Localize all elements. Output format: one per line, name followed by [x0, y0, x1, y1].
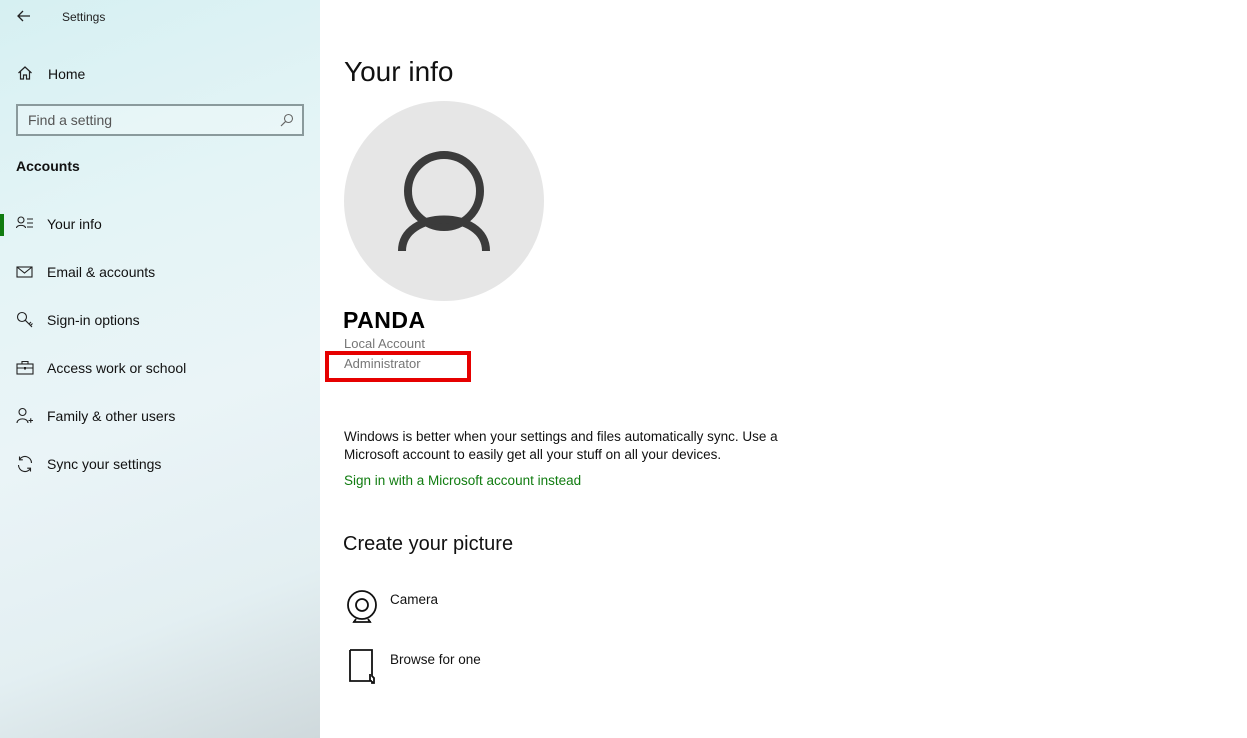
person-list-icon [16, 216, 33, 229]
user-name: PANDA [343, 307, 426, 333]
page-title: Your info [344, 56, 454, 87]
main-content: Your info PANDA Local Account Administra… [320, 0, 1247, 738]
sidebar-item-email-accounts[interactable]: Email & accounts [0, 254, 320, 290]
sidebar: Settings Home Accounts Your info [0, 0, 320, 738]
avatar [344, 101, 544, 301]
sidebar-item-label: Your info [47, 216, 102, 232]
sidebar-item-label: Sync your settings [47, 456, 162, 472]
browse-file-icon [349, 649, 375, 684]
section-title-accounts: Accounts [16, 158, 80, 174]
browse-label: Browse for one [390, 652, 481, 667]
search-input[interactable] [18, 106, 302, 134]
sidebar-item-home[interactable]: Home [0, 58, 320, 88]
window-title: Settings [62, 10, 106, 24]
sidebar-item-label: Access work or school [47, 360, 187, 376]
back-arrow-icon [17, 10, 30, 22]
key-icon [16, 311, 33, 328]
create-picture-heading: Create your picture [343, 533, 514, 555]
search-icon[interactable] [280, 113, 294, 127]
sync-icon [17, 455, 33, 473]
home-icon [18, 66, 32, 80]
sign-in-microsoft-link[interactable]: Sign in with a Microsoft account instead [344, 473, 581, 488]
briefcase-icon [16, 360, 34, 375]
sidebar-item-your-info[interactable]: Your info [0, 206, 320, 242]
sidebar-item-sync-settings[interactable]: Sync your settings [0, 446, 320, 482]
sidebar-item-label: Email & accounts [47, 264, 156, 280]
sync-description: Windows is better when your settings and… [344, 429, 778, 462]
sidebar-item-sign-in-options[interactable]: Sign-in options [0, 302, 320, 338]
home-label: Home [48, 66, 86, 82]
camera-option[interactable]: Camera [344, 588, 644, 632]
sidebar-item-access-work-school[interactable]: Access work or school [0, 350, 320, 386]
browse-option[interactable]: Browse for one [344, 648, 644, 692]
user-avatar-icon [398, 151, 490, 252]
sidebar-item-label: Family & other users [47, 408, 176, 424]
account-type: Local Account [344, 336, 425, 351]
search-box [16, 104, 304, 136]
person-add-icon [16, 407, 33, 424]
account-role: Administrator [344, 356, 421, 371]
selected-indicator [0, 214, 4, 236]
sidebar-item-label: Sign-in options [47, 312, 140, 328]
settings-window: Settings Home Accounts Your info [0, 0, 1247, 738]
camera-label: Camera [390, 592, 439, 607]
title-bar: Settings [0, 0, 320, 34]
back-button[interactable] [10, 4, 38, 28]
sidebar-item-family-other-users[interactable]: Family & other users [0, 398, 320, 434]
camera-icon [347, 590, 377, 623]
mail-icon [16, 266, 33, 278]
